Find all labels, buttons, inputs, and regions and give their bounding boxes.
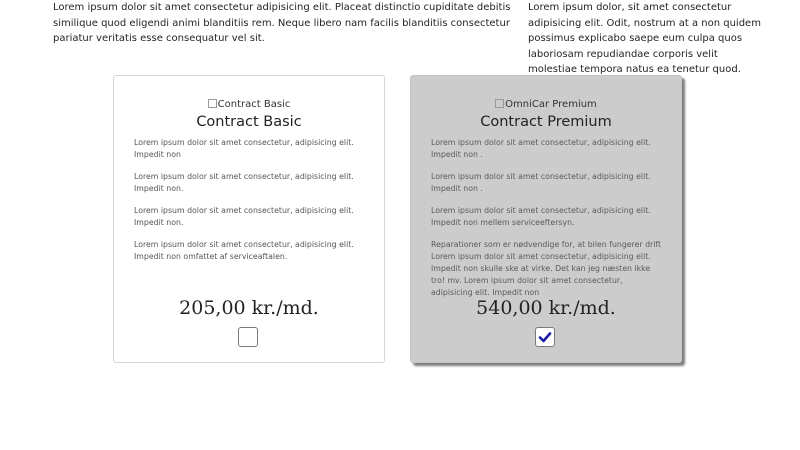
- feature-item: Reparationer som er nødvendige for, at b…: [431, 240, 662, 297]
- plan-card-basic[interactable]: Contract Basic Contract Basic Lorem ipsu…: [113, 75, 385, 363]
- intro-text-left: Lorem ipsum dolor sit amet consectetur a…: [53, 2, 511, 44]
- plan-title: Contract Basic: [196, 114, 302, 130]
- feature-item: Lorem ipsum dolor sit amet consectetur, …: [431, 172, 651, 193]
- plan-image-alt: Contract Basic: [217, 99, 291, 110]
- plan-image-alt: OmniCar Premium: [505, 99, 597, 110]
- feature-item: Lorem ipsum dolor sit amet consectetur, …: [134, 138, 354, 159]
- feature-list: Lorem ipsum dolor sit amet consectetur, …: [431, 137, 665, 309]
- intro-text-right: Lorem ipsum dolor, sit amet consectetur …: [528, 2, 761, 75]
- feature-item: Lorem ipsum dolor sit amet consectetur, …: [134, 240, 354, 261]
- plan-card-premium[interactable]: OmniCar Premium Contract Premium Lorem i…: [410, 75, 682, 363]
- plan-image: OmniCar Premium: [411, 98, 681, 111]
- broken-image-icon: [495, 99, 505, 108]
- feature-item: Lorem ipsum dolor sit amet consectetur, …: [134, 206, 354, 227]
- feature-item: Lorem ipsum dolor sit amet consectetur, …: [431, 138, 651, 159]
- plan-price: 205,00 kr./md.: [179, 297, 319, 319]
- plan-price: 540,00 kr./md.: [476, 297, 616, 319]
- broken-image-icon: [207, 99, 217, 108]
- plan-title: Contract Premium: [480, 114, 612, 130]
- feature-item: Lorem ipsum dolor sit amet consectetur, …: [134, 172, 354, 193]
- checkmark-icon: [538, 332, 552, 343]
- plan-image: Contract Basic: [114, 98, 384, 111]
- plan-select-checkbox[interactable]: [238, 327, 258, 347]
- feature-item: Lorem ipsum dolor sit amet consectetur, …: [431, 206, 651, 227]
- feature-list: Lorem ipsum dolor sit amet consectetur, …: [134, 137, 368, 273]
- plan-select-checkbox[interactable]: [535, 327, 555, 347]
